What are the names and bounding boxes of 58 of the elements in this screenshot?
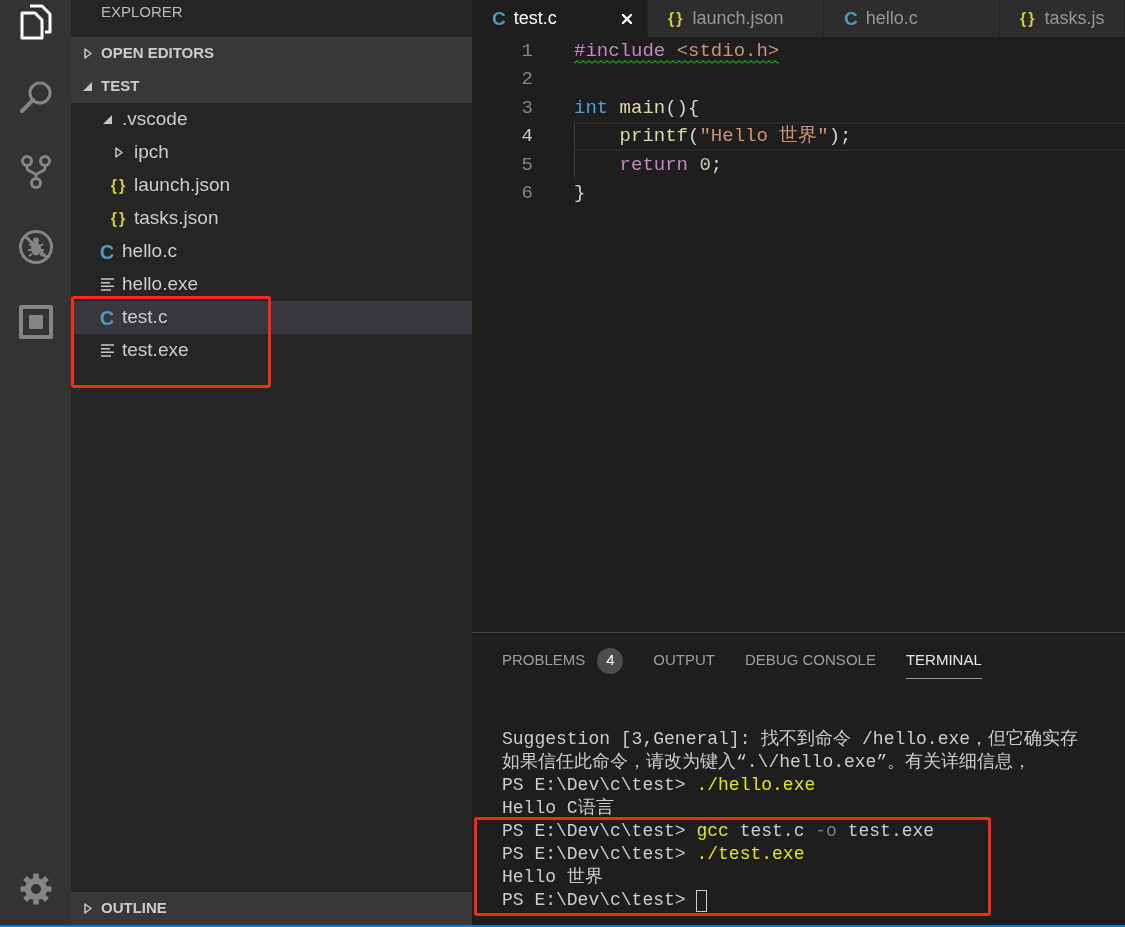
editor-tab[interactable]: C hello.c <box>824 0 1000 37</box>
square-frame-icon[interactable] <box>17 304 54 340</box>
caret-icon[interactable] <box>102 115 112 124</box>
tree-item[interactable]: C hello.c <box>71 235 472 268</box>
editor-tab[interactable]: {} launch.json <box>648 0 824 37</box>
braces-icon: {} <box>668 10 685 27</box>
code-line: } <box>574 180 586 206</box>
search-icon[interactable] <box>17 79 54 115</box>
caret-icon[interactable] <box>83 903 92 914</box>
count-badge: 4 <box>597 647 624 674</box>
terminal-line: Hello 世界 <box>502 866 603 889</box>
braces-icon: {} <box>110 210 128 227</box>
panel-tab[interactable]: PROBLEMS 4 <box>502 643 624 679</box>
code-line: #include <stdio.h> <box>574 38 780 64</box>
tree-item[interactable]: ipch <box>71 136 472 169</box>
terminal-line: PS E:\Dev\c\test> ./test.exe <box>502 843 805 866</box>
panel-tab[interactable]: DEBUG CONSOLE <box>745 643 876 679</box>
tree-item[interactable]: {} launch.json <box>71 169 472 202</box>
braces-icon: {} <box>1020 10 1037 27</box>
editor-tab[interactable]: {} tasks.js <box>1000 0 1125 37</box>
panel-tab[interactable]: OUTPUT <box>653 643 716 679</box>
c-file-icon: C <box>492 9 506 28</box>
terminal-line: PS E:\Dev\c\test> ./hello.exe <box>502 774 816 797</box>
section-header[interactable]: TEST <box>71 70 472 103</box>
terminal-line: PS E:\Dev\c\test> gcc test.c -o test.exe <box>502 820 935 843</box>
line-number: 5 <box>520 152 533 178</box>
caret-icon[interactable] <box>83 82 92 91</box>
code-line: int main(){ <box>574 95 700 121</box>
bug-slash-icon[interactable] <box>17 229 54 265</box>
terminal-line: PS E:\Dev\c\test> <box>502 889 687 912</box>
text-lines-icon <box>100 344 114 357</box>
sidebar-title: EXPLORER <box>101 3 183 20</box>
editor-tab[interactable]: C test.c <box>472 0 648 37</box>
braces-icon: {} <box>110 177 128 194</box>
tree-item[interactable]: {} tasks.json <box>71 202 472 235</box>
caret-icon[interactable] <box>83 48 92 59</box>
c-file-icon: C <box>99 241 115 262</box>
c-file-icon: C <box>99 307 115 328</box>
section-header[interactable]: OPEN EDITORS <box>71 37 472 70</box>
c-file-icon: C <box>844 9 858 28</box>
caret-icon[interactable] <box>115 147 123 158</box>
terminal-line: 如果信任此命令，请改为键入“.\/hello.exe”。有关详细信息， <box>502 751 1032 774</box>
tree-item[interactable]: test.exe <box>71 334 472 367</box>
text-lines-icon <box>100 278 114 291</box>
line-number: 2 <box>520 67 533 93</box>
section-header[interactable]: OUTLINE <box>71 892 472 925</box>
terminal-line: Suggestion [3,General]: 找不到命令 /hello.exe，但它确实存 <box>502 728 1079 751</box>
code-line: printf("Hello 世界"); <box>619 124 852 150</box>
tree-item[interactable]: hello.exe <box>71 268 472 301</box>
tree-item[interactable]: .vscode <box>71 103 472 136</box>
terminal-line: Hello C语言 <box>502 797 614 820</box>
tree-item[interactable]: C test.c <box>71 301 472 334</box>
line-number: 3 <box>520 95 533 121</box>
panel-tab[interactable]: TERMINAL <box>905 643 982 679</box>
line-number: 1 <box>520 39 533 64</box>
line-number: 6 <box>520 180 533 206</box>
code-line: return 0; <box>619 152 723 178</box>
line-number: 4 <box>520 124 533 150</box>
